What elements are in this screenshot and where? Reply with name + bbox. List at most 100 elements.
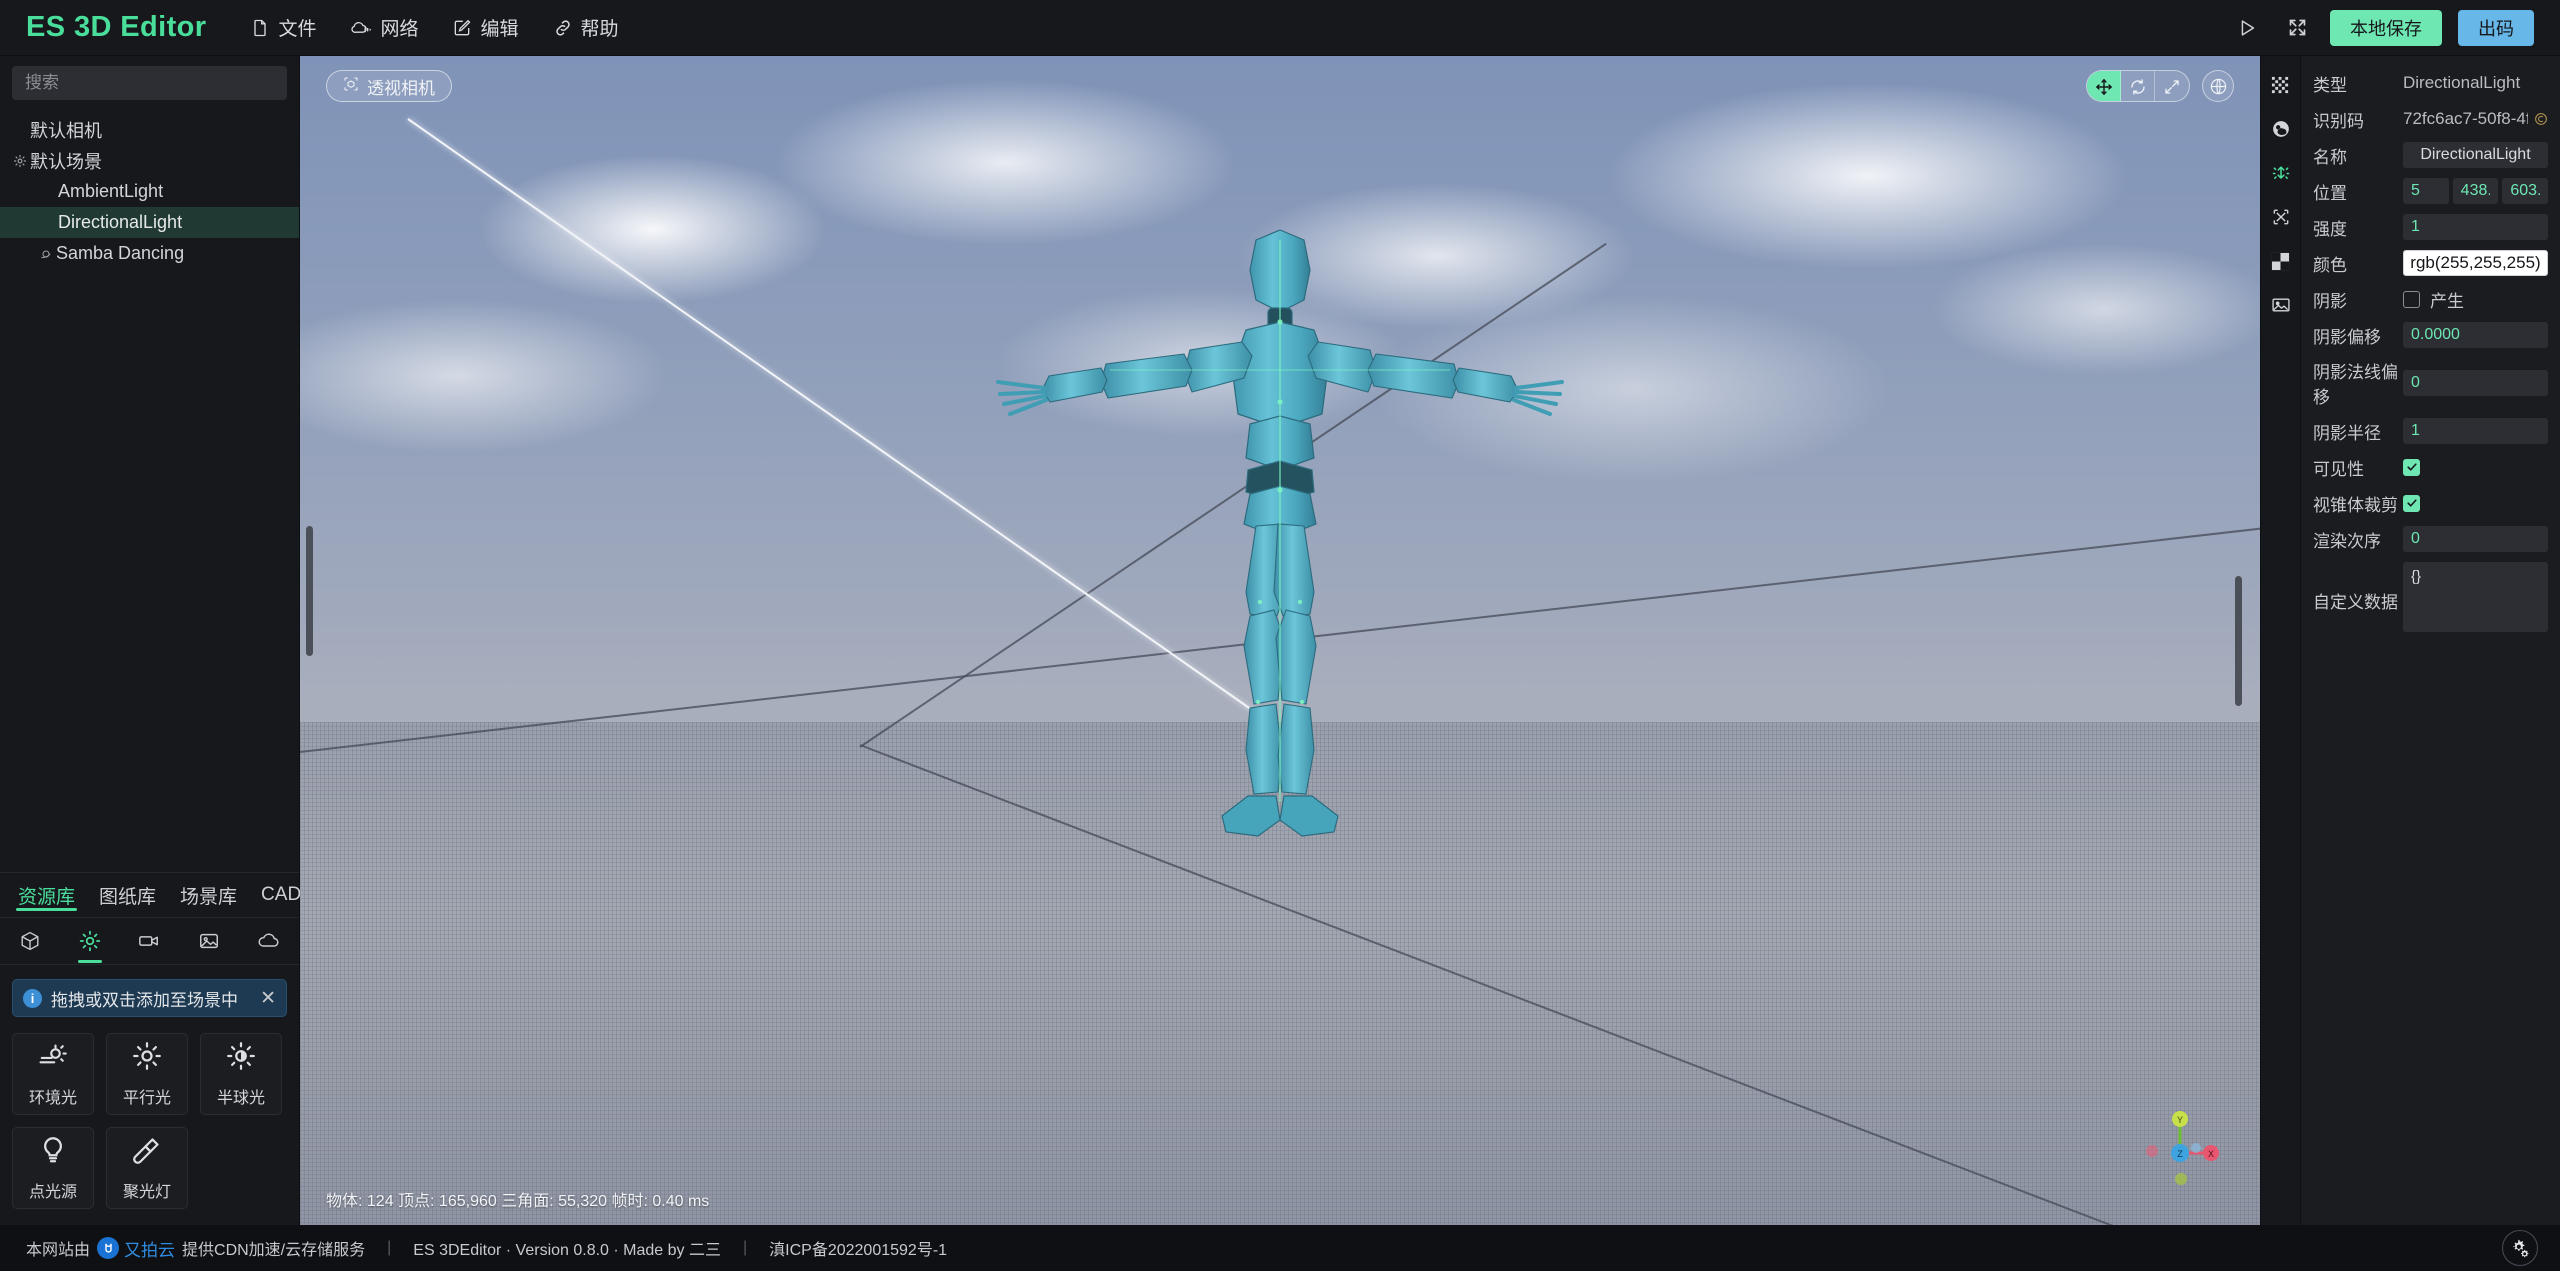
prop-shadow-row: 产生 xyxy=(2403,287,2548,312)
rail-texture-icon[interactable] xyxy=(2266,290,2296,320)
globe-icon[interactable] xyxy=(2202,70,2234,102)
spot-light-icon xyxy=(132,1135,162,1170)
viewport-scrollbar-left[interactable] xyxy=(306,526,313,656)
prop-render-order: 渲染次序 xyxy=(2313,526,2548,552)
prop-shadow-checkbox[interactable] xyxy=(2403,290,2420,308)
rail-transform-icon[interactable] xyxy=(2266,202,2296,232)
prop-position-x[interactable] xyxy=(2403,178,2449,204)
pencil-edit-icon xyxy=(452,18,472,38)
axis-gizmo[interactable]: Y X Z xyxy=(2140,1107,2220,1187)
upyun-sponsor-link[interactable]: 又拍云 xyxy=(97,1236,175,1261)
rail-light-icon[interactable] xyxy=(2266,158,2296,188)
prop-render-order-label: 渲染次序 xyxy=(2313,531,2381,551)
copy-icon[interactable] xyxy=(2534,112,2548,126)
viewport-stats: 物体: 124 顶点: 165,960 三角面: 55,320 帧时: 0.40… xyxy=(326,1193,710,1210)
asset-library-panel: 资源库 图纸库 场景库 CAD BIM xyxy=(0,872,359,1225)
viewport-tools xyxy=(2086,70,2234,102)
tree-item-default-scene[interactable]: 默认场景 xyxy=(0,145,299,176)
viewport-camera-label: 透视相机 xyxy=(367,78,435,98)
tab-drawing-library[interactable]: 图纸库 xyxy=(87,873,168,917)
prop-shadow-normal-bias: 阴影法线偏移 xyxy=(2313,358,2548,408)
prop-shadow-normal-bias-input[interactable] xyxy=(2403,370,2548,396)
save-button[interactable]: 本地保存 xyxy=(2330,9,2442,46)
prop-frustum-culled-checkbox[interactable] xyxy=(2403,494,2420,512)
prop-user-data-textarea[interactable]: {} xyxy=(2403,562,2548,632)
light-asset-grid: 环境光 平行光 半球光 点光源 聚光灯 xyxy=(0,1017,299,1225)
viewport-scrollbar-right[interactable] xyxy=(2235,576,2242,706)
prop-shadow-bias: 阴影偏移 xyxy=(2313,322,2548,348)
menu-item-file[interactable]: 文件 xyxy=(236,7,330,48)
asset-spot-light[interactable]: 聚光灯 xyxy=(106,1127,188,1209)
image-icon[interactable] xyxy=(179,917,239,965)
asset-point-light[interactable]: 点光源 xyxy=(12,1127,94,1209)
search-input[interactable] xyxy=(12,66,287,100)
camera-icon[interactable] xyxy=(120,917,180,965)
prop-position-label: 位置 xyxy=(2313,183,2347,203)
library-hint-alert: i 拖拽或双击添加至场景中 ✕ xyxy=(12,979,287,1017)
scene-tree: 默认相机 默认场景 AmbientLight DirectionalLight … xyxy=(0,108,299,269)
app-root: ES 3D Editor 文件 网络 编辑 帮助 本地保存 出码 搜索 默认相机… xyxy=(0,0,2560,1271)
export-code-button[interactable]: 出码 xyxy=(2458,9,2534,46)
tree-item-directional-light[interactable]: DirectionalLight xyxy=(0,207,299,238)
tree-item-samba-dancing[interactable]: Samba Dancing xyxy=(0,238,299,269)
sun-light-icon[interactable] xyxy=(60,917,120,965)
right-icon-rail xyxy=(2260,56,2300,1225)
prop-color: 颜色 rgb(255,255,255) xyxy=(2313,250,2548,276)
viewport-camera-chip[interactable]: 透视相机 xyxy=(326,70,452,102)
scale-icon[interactable] xyxy=(2155,71,2189,101)
main-menu: 文件 网络 编辑 帮助 xyxy=(236,7,632,48)
move-icon[interactable] xyxy=(2087,71,2121,101)
tab-asset-library[interactable]: 资源库 xyxy=(6,873,87,917)
cloud-icon[interactable] xyxy=(239,917,299,965)
tree-item-default-camera[interactable]: 默认相机 xyxy=(0,114,299,145)
asset-ambient-light-label: 环境光 xyxy=(28,1089,77,1107)
rotate-icon[interactable] xyxy=(2121,71,2155,101)
menu-item-network[interactable]: 网络 xyxy=(336,7,432,48)
rail-material-icon[interactable] xyxy=(2266,246,2296,276)
asset-spot-light-label: 聚光灯 xyxy=(122,1183,171,1201)
menu-item-edit[interactable]: 编辑 xyxy=(438,7,532,48)
cloud-network-icon xyxy=(350,18,372,38)
tree-item-default-scene-label: 默认场景 xyxy=(30,151,102,172)
top-actions: 本地保存 出码 xyxy=(2230,9,2534,46)
cube-icon[interactable] xyxy=(0,917,60,965)
tab-scene-library[interactable]: 场景库 xyxy=(168,873,249,917)
prop-shadow-radius-input[interactable] xyxy=(2403,418,2548,444)
prop-shadow-bias-input[interactable] xyxy=(2403,322,2548,348)
library-tabs: 资源库 图纸库 场景库 CAD BIM xyxy=(0,873,359,917)
prop-visible-checkbox[interactable] xyxy=(2403,458,2420,476)
footer-icp-link[interactable]: 滇ICP备2022001592号-1 xyxy=(769,1236,947,1260)
point-light-icon xyxy=(38,1135,68,1170)
prop-type: 类型 DirectionalLight xyxy=(2313,70,2548,96)
prop-position-z[interactable] xyxy=(2502,178,2549,204)
prop-shadow-radius: 阴影半径 xyxy=(2313,418,2548,444)
tree-item-ambient-light[interactable]: AmbientLight xyxy=(0,176,299,207)
gear-icon[interactable] xyxy=(2502,1230,2538,1266)
menu-item-network-label: 网络 xyxy=(380,19,419,40)
prop-shadow-checkbox-label: 产生 xyxy=(2430,291,2464,311)
close-icon[interactable]: ✕ xyxy=(260,989,276,1008)
viewport-3d[interactable]: 透视相机 物体: 124 顶点: 165,960 三角面: 55,320 帧时:… xyxy=(300,56,2260,1225)
info-icon: i xyxy=(23,988,42,1008)
asset-hemisphere-light-label: 半球光 xyxy=(216,1089,265,1107)
file-icon xyxy=(250,18,270,38)
prop-name-input[interactable] xyxy=(2403,142,2548,168)
prop-shadow-bias-label: 阴影偏移 xyxy=(2313,327,2381,347)
prop-position-y[interactable] xyxy=(2452,178,2499,204)
asset-directional-light[interactable]: 平行光 xyxy=(106,1033,188,1115)
asset-ambient-light[interactable]: 环境光 xyxy=(12,1033,94,1115)
asset-directional-light-label: 平行光 xyxy=(122,1089,171,1107)
asset-hemisphere-light[interactable]: 半球光 xyxy=(200,1033,282,1115)
fullscreen-icon[interactable] xyxy=(2280,11,2314,45)
prop-color-swatch[interactable]: rgb(255,255,255) xyxy=(2403,250,2548,276)
prop-type-label: 类型 xyxy=(2313,75,2347,95)
rail-scene-icon[interactable] xyxy=(2266,114,2296,144)
prop-intensity-input[interactable] xyxy=(2403,214,2548,240)
prop-position: 位置 xyxy=(2313,178,2549,204)
play-icon[interactable] xyxy=(2230,11,2264,45)
prop-render-order-input[interactable] xyxy=(2403,526,2548,552)
menu-item-help[interactable]: 帮助 xyxy=(539,7,633,48)
prop-position-vector xyxy=(2403,178,2549,204)
rail-grid-icon[interactable] xyxy=(2266,70,2296,100)
perspective-camera-icon xyxy=(343,76,359,97)
